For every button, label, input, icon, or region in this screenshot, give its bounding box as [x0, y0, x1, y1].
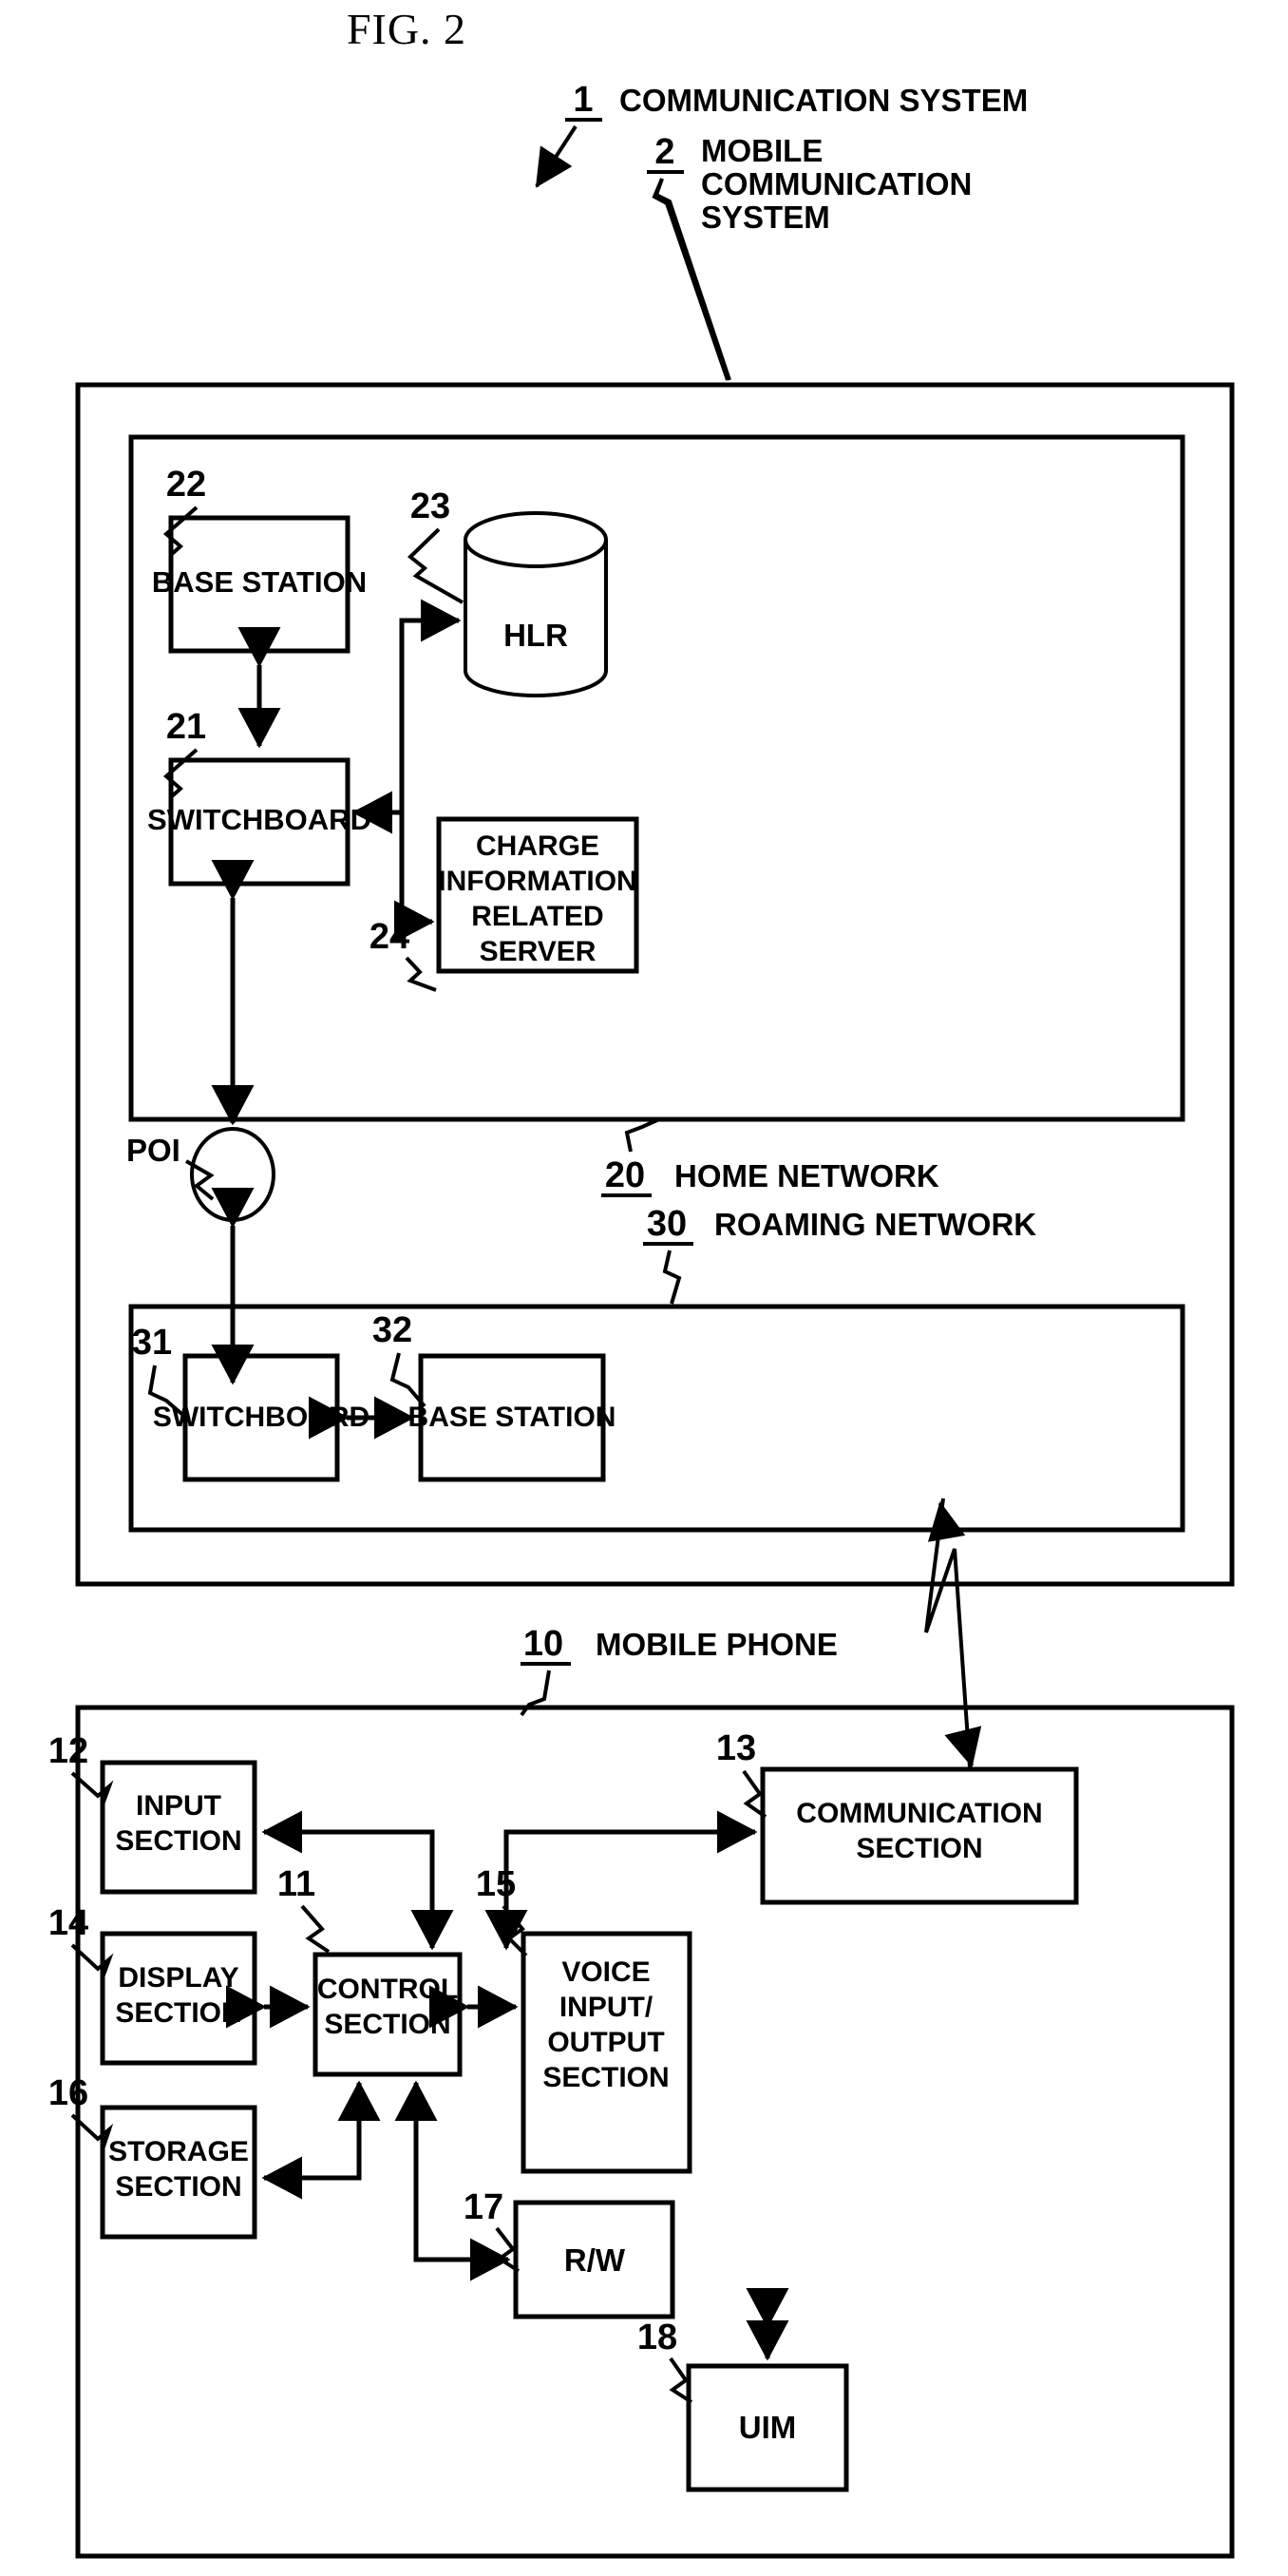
ref-number-10: 10 — [523, 1624, 563, 1664]
ref-number-13: 13 — [716, 1728, 756, 1768]
block-label-display-line2: SECTION — [115, 1997, 241, 2029]
arrow-to-charge-server — [394, 812, 435, 944]
ref-number-31: 31 — [132, 1323, 172, 1363]
arrow-control-to-storage — [261, 2083, 362, 2200]
ref-number-12: 12 — [48, 1731, 88, 1771]
ref-number-14: 14 — [48, 1903, 88, 1943]
block-label-storage-line2: SECTION — [115, 2171, 241, 2203]
label-mobile-line1: MOBILE — [701, 133, 823, 168]
block-label-hlr-23: HLR — [503, 618, 568, 653]
label-communication-system: COMMUNICATION SYSTEM — [619, 83, 1028, 118]
ref-number-16: 16 — [48, 2073, 88, 2113]
ref-number-23: 23 — [410, 487, 450, 526]
block-label-storage-line1: STORAGE — [108, 2136, 249, 2167]
block-hlr-23 — [464, 511, 608, 697]
patent-figure-2: FIG. 2 1 COMMUNICATION SYSTEM 2 MOBILE C… — [0, 0, 1288, 2576]
block-label-rw-17: R/W — [564, 2242, 626, 2278]
block-label-comm-line1: COMMUNICATION — [796, 1798, 1042, 1829]
label-poi: POI — [126, 1133, 180, 1168]
block-label-charge-line2: INFORMATION — [438, 866, 636, 897]
ref-number-15: 15 — [476, 1864, 516, 1904]
block-label-comm-line2: SECTION — [856, 1833, 982, 1864]
ref-number-18: 18 — [637, 2318, 677, 2357]
label-roaming-network: ROAMING NETWORK — [714, 1207, 1036, 1242]
label-home-network: HOME NETWORK — [674, 1158, 939, 1193]
wireless-link-jagged — [924, 1498, 972, 1768]
poi-node — [190, 1127, 275, 1222]
block-label-voice-line3: OUTPUT — [547, 2027, 664, 2058]
mobile-phone-boundary — [75, 1705, 1235, 2559]
ref-number-32: 32 — [372, 1310, 412, 1350]
block-label-charge-line4: SERVER — [480, 936, 597, 967]
label-mobile-phone: MOBILE PHONE — [596, 1627, 838, 1662]
block-label-display-line1: DISPLAY — [118, 1962, 238, 1994]
block-label-charge-line3: RELATED — [471, 901, 603, 932]
block-label-input-line1: INPUT — [136, 1790, 221, 1822]
block-label-voice-line4: SECTION — [542, 2062, 669, 2093]
arrow-control-to-communication — [503, 1810, 758, 1948]
label-mobile-line2: COMMUNICATION — [701, 166, 972, 201]
ref-number-17: 17 — [464, 2187, 503, 2227]
figure-title: FIG. 2 — [347, 5, 466, 53]
ref-number-2: 2 — [654, 132, 674, 172]
block-label-input-line2: SECTION — [115, 1825, 241, 1857]
block-label-switchboard-21: SWITCHBOARD — [147, 803, 371, 836]
home-network-boundary — [128, 434, 1185, 1122]
ref-number-1: 1 — [573, 80, 593, 120]
ref-number-11: 11 — [277, 1864, 315, 1904]
block-label-base-station-32: BASE STATION — [408, 1402, 616, 1433]
block-label-control-line1: CONTROL — [317, 1974, 458, 2005]
block-label-charge-line1: CHARGE — [476, 830, 599, 862]
arrow-to-hlr — [399, 599, 462, 812]
block-label-voice-line2: INPUT/ — [559, 1992, 653, 2023]
ref-number-22: 22 — [166, 465, 206, 505]
ref-number-21: 21 — [166, 707, 206, 747]
ref-number-30: 30 — [647, 1204, 687, 1244]
block-label-control-line2: SECTION — [324, 2009, 450, 2040]
arrow-control-to-rw — [413, 2083, 511, 2281]
block-label-uim-18: UIM — [739, 2410, 797, 2445]
block-label-base-station-22: BASE STATION — [152, 565, 367, 599]
label-mobile-line3: SYSTEM — [701, 200, 830, 235]
ref-number-20: 20 — [605, 1155, 645, 1195]
block-label-voice-line1: VOICE — [561, 1956, 650, 1988]
